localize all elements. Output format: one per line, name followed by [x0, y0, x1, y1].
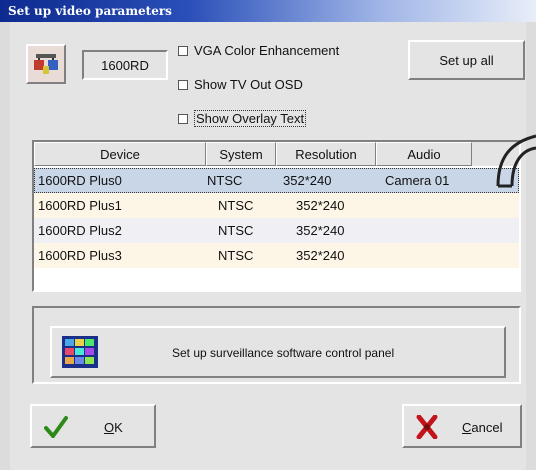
- green-check-icon: [44, 416, 68, 438]
- tv-out-osd-label: Show TV Out OSD: [194, 77, 303, 92]
- surveillance-control-panel-button[interactable]: Set up surveillance software control pan…: [50, 326, 506, 378]
- tv-out-osd-checkbox[interactable]: [178, 79, 188, 90]
- column-header-audio[interactable]: Audio: [376, 142, 472, 166]
- cell-system: NTSC: [218, 223, 254, 238]
- vga-color-checkbox[interactable]: [178, 45, 188, 56]
- cell-resolution: 352*240: [296, 223, 345, 238]
- cell-resolution: 352*240: [296, 248, 345, 263]
- cancel-label: Cancel: [462, 420, 503, 435]
- cell-device: 1600RD Plus3: [38, 248, 122, 263]
- column-header-system[interactable]: System: [206, 142, 276, 166]
- cell-system: NTSC: [218, 198, 254, 213]
- table-row[interactable]: 1600RD Plus3 NTSC 352*240: [34, 243, 519, 268]
- cell-device: 1600RD Plus0: [38, 173, 122, 188]
- cancel-button[interactable]: Cancel: [402, 404, 522, 448]
- cell-audio: Camera 01: [385, 173, 450, 188]
- set-up-all-button[interactable]: Set up all: [408, 40, 525, 80]
- monitor-grid-icon: [62, 336, 98, 368]
- column-header-device[interactable]: Device: [34, 142, 206, 166]
- device-settings-icon: [34, 54, 58, 74]
- set-up-all-label: Set up all: [439, 52, 494, 68]
- cell-system: NTSC: [207, 173, 243, 188]
- tv-out-osd-option[interactable]: Show TV Out OSD: [178, 77, 303, 92]
- table-row[interactable]: 1600RD Plus0 NTSC 352*240 Camera 01: [34, 168, 519, 193]
- table-row[interactable]: 1600RD Plus2 NTSC 352*240: [34, 218, 519, 243]
- red-x-icon: [416, 415, 438, 439]
- title-bar: Set up video parameters: [0, 0, 536, 22]
- vga-color-label: VGA Color Enhancement: [194, 43, 340, 58]
- ok-button[interactable]: OK: [30, 404, 156, 448]
- device-name-field: 1600RD: [82, 50, 168, 80]
- window-title: Set up video parameters: [8, 4, 172, 18]
- table-row[interactable]: 1600RD Plus1 NTSC 352*240: [34, 193, 519, 218]
- cell-resolution: 352*240: [283, 173, 332, 188]
- cell-device: 1600RD Plus2: [38, 223, 122, 238]
- curved-arrow-icon: [496, 134, 536, 188]
- device-settings-button[interactable]: [26, 44, 66, 84]
- surveillance-button-label: Set up surveillance software control pan…: [172, 346, 395, 360]
- table-body: 1600RD Plus0 NTSC 352*240 Camera 01 1600…: [34, 168, 519, 268]
- device-table[interactable]: Device System Resolution Audio 1600RD Pl…: [32, 140, 521, 292]
- vga-color-option[interactable]: VGA Color Enhancement: [178, 43, 339, 58]
- overlay-text-option[interactable]: Show Overlay Text: [178, 110, 307, 127]
- ok-label: OK: [104, 420, 123, 435]
- table-header: Device System Resolution Audio: [34, 142, 519, 166]
- column-header-resolution[interactable]: Resolution: [276, 142, 376, 166]
- overlay-text-label: Show Overlay Text: [194, 110, 307, 127]
- overlay-text-checkbox[interactable]: [178, 113, 188, 124]
- cell-resolution: 352*240: [296, 198, 345, 213]
- cell-device: 1600RD Plus1: [38, 198, 122, 213]
- cell-system: NTSC: [218, 248, 254, 263]
